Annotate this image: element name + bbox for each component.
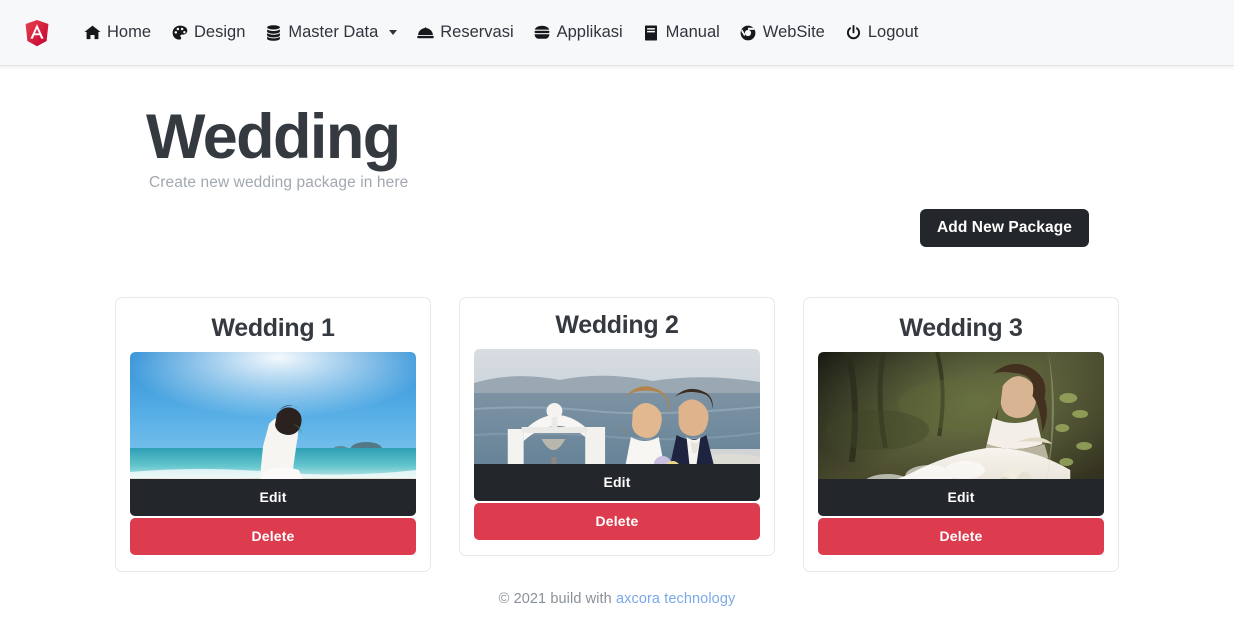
add-new-package-button[interactable]: Add New Package bbox=[919, 208, 1089, 248]
footer-text: © 2021 build with bbox=[498, 591, 612, 608]
nav-label: Reservasi bbox=[440, 23, 514, 42]
nav-item-reservasi[interactable]: Reservasi bbox=[407, 20, 523, 45]
page-actions: Add New Package bbox=[0, 208, 1234, 248]
nav-item-logout[interactable]: Logout bbox=[835, 20, 928, 45]
wedding-package-cards: Wedding 1 Edit Delete Wedding 2 Edit Del… bbox=[0, 297, 1234, 573]
power-icon bbox=[845, 24, 862, 41]
card-media: Edit bbox=[818, 352, 1104, 517]
delete-button[interactable]: Delete bbox=[818, 518, 1104, 556]
page-subtitle: Create new wedding package in here bbox=[149, 173, 409, 191]
delete-button[interactable]: Delete bbox=[474, 503, 760, 541]
page-content: Wedding Create new wedding package in he… bbox=[0, 66, 1234, 607]
wedding-package-card: Wedding 2 Edit Delete bbox=[459, 297, 775, 557]
palette-icon bbox=[171, 24, 188, 41]
nav-label: Home bbox=[107, 23, 152, 42]
angular-shield-logo-icon[interactable] bbox=[22, 17, 52, 49]
nav-item-master-data[interactable]: Master Data bbox=[255, 20, 407, 45]
concierge-bell-icon bbox=[417, 24, 435, 41]
nav-label: Manual bbox=[665, 23, 720, 42]
wedding-package-card: Wedding 1 Edit Delete bbox=[115, 297, 431, 573]
hamburger-icon bbox=[534, 24, 551, 41]
nav-label: WebSite bbox=[762, 23, 825, 42]
footer-link-axcora[interactable]: axcora technology bbox=[616, 591, 735, 607]
nav-label: Logout bbox=[867, 23, 919, 42]
card-title: Wedding 2 bbox=[555, 311, 679, 340]
edit-button[interactable]: Edit bbox=[474, 464, 760, 502]
chrome-icon bbox=[740, 24, 757, 41]
nav-item-manual[interactable]: Manual bbox=[633, 20, 730, 45]
nav-item-home[interactable]: Home bbox=[74, 20, 161, 45]
card-title: Wedding 3 bbox=[899, 314, 1023, 343]
nav-label: Master Data bbox=[288, 23, 379, 42]
nav-item-website[interactable]: WebSite bbox=[730, 20, 835, 45]
nav-label: Applikasi bbox=[556, 23, 623, 42]
card-media: Edit bbox=[474, 349, 760, 502]
nav-item-design[interactable]: Design bbox=[161, 20, 255, 45]
card-media: Edit bbox=[130, 352, 416, 517]
nav-item-applikasi[interactable]: Applikasi bbox=[524, 20, 633, 45]
home-icon bbox=[84, 24, 101, 41]
card-title: Wedding 1 bbox=[211, 314, 335, 343]
delete-button[interactable]: Delete bbox=[130, 518, 416, 556]
edit-button[interactable]: Edit bbox=[818, 479, 1104, 517]
database-icon bbox=[265, 24, 282, 41]
page-header: Wedding Create new wedding package in he… bbox=[0, 66, 1234, 192]
main-navbar: Home Design Master Data Reservasi Applik… bbox=[0, 0, 1234, 71]
chevron-down-icon[interactable] bbox=[389, 30, 398, 35]
page-footer: © 2021 build with axcora technology bbox=[0, 591, 1234, 607]
page-title: Wedding bbox=[146, 102, 401, 172]
navbar-links: Home Design Master Data Reservasi Applik… bbox=[74, 20, 928, 45]
nav-label: Design bbox=[194, 23, 246, 42]
wedding-package-card: Wedding 3 Edit Delete bbox=[803, 297, 1119, 573]
edit-button[interactable]: Edit bbox=[130, 479, 416, 517]
book-icon bbox=[643, 24, 660, 41]
